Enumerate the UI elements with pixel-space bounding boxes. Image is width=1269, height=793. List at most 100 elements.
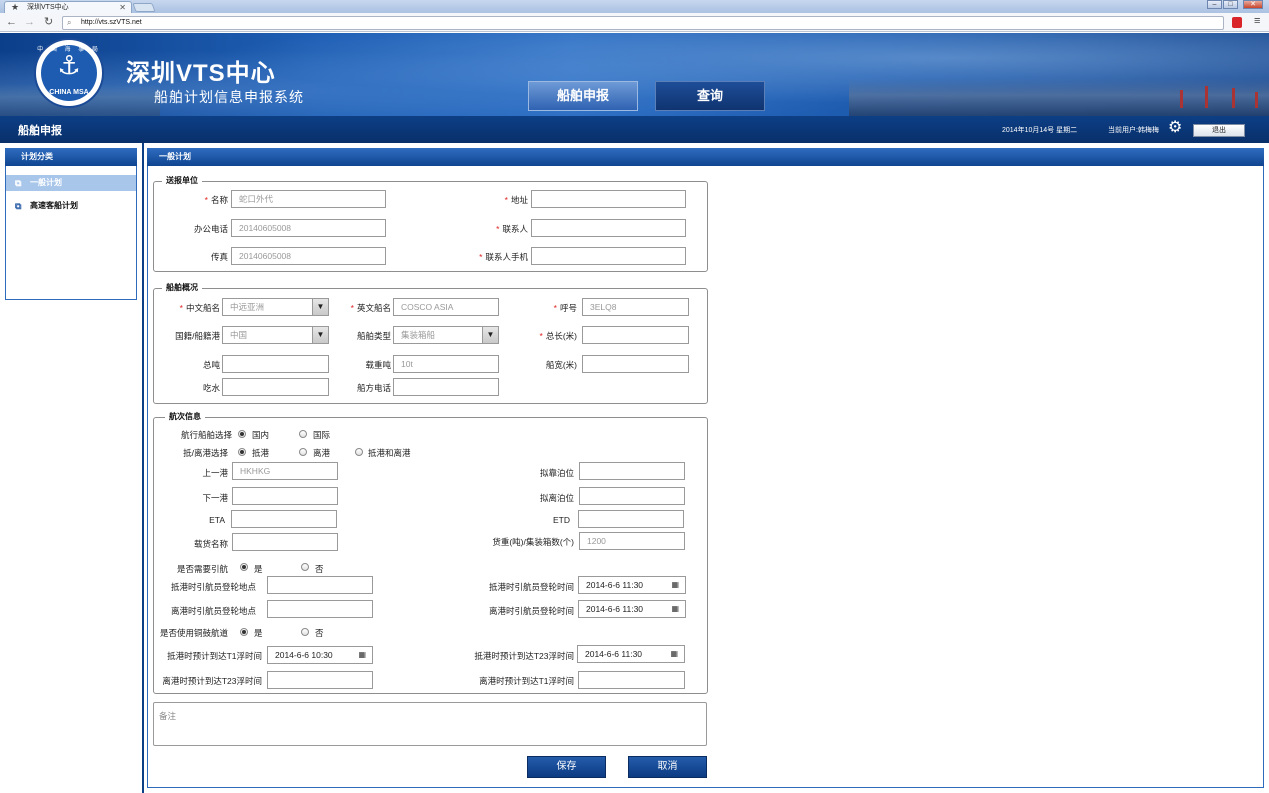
- etd-field[interactable]: [578, 510, 684, 528]
- next-port-field[interactable]: [232, 487, 338, 505]
- save-button[interactable]: 保存: [527, 756, 606, 778]
- ship-legend: 船舶概况: [162, 282, 202, 293]
- nationality-select[interactable]: 中国 ▼: [222, 326, 329, 344]
- dep-pilot-place-field[interactable]: [267, 600, 373, 618]
- search-icon: ⌕: [67, 18, 72, 27]
- close-tab-icon[interactable]: ✕: [119, 2, 126, 13]
- berth-depart-field[interactable]: [579, 487, 685, 505]
- berth-depart-label: 拟离泊位: [539, 493, 574, 503]
- calendar-icon[interactable]: ▦: [671, 577, 679, 593]
- length-label: * 总长(米): [539, 331, 577, 341]
- channel-label: 是否使用铜鼓航道: [159, 628, 228, 638]
- berth-arrive-field[interactable]: [579, 462, 685, 480]
- window-close-button[interactable]: ✕: [1243, 0, 1263, 9]
- cancel-button[interactable]: 取消: [628, 756, 707, 778]
- document-icon: ⧉: [15, 178, 22, 188]
- logout-button[interactable]: 退出: [1193, 124, 1245, 137]
- ship-type-select[interactable]: 集装箱船 ▼: [393, 326, 499, 344]
- calendar-icon[interactable]: ▦: [358, 647, 366, 663]
- sidebar-divider: [142, 143, 144, 793]
- pilot-label: 是否需要引航: [176, 564, 228, 574]
- channel-no-radio[interactable]: [301, 628, 309, 636]
- new-tab-button[interactable]: [132, 3, 156, 12]
- address-label: * 地址: [504, 195, 528, 205]
- draft-field[interactable]: [222, 378, 329, 396]
- name-field[interactable]: 蛇口外代: [231, 190, 386, 208]
- nav-ship-report[interactable]: 船舶申报: [528, 81, 638, 111]
- page-title: 船舶申报: [18, 125, 62, 137]
- eta-field[interactable]: [231, 510, 337, 528]
- dep-t1-field[interactable]: [578, 671, 685, 689]
- length-field[interactable]: [582, 326, 689, 344]
- prev-port-field[interactable]: HKHKG: [232, 462, 338, 480]
- width-label: 船宽(米): [545, 360, 577, 370]
- pilot-yes-radio[interactable]: [240, 563, 248, 571]
- dwt-field[interactable]: 10t: [393, 355, 499, 373]
- star-icon: ★: [11, 2, 20, 12]
- office-phone-field[interactable]: 20140605008: [231, 219, 386, 237]
- site-subtitle: 船舶计划信息申报系统: [154, 89, 304, 105]
- title-bar: [0, 116, 1269, 143]
- arrive-depart-radio[interactable]: [355, 448, 363, 456]
- dropdown-arrow-icon[interactable]: ▼: [312, 327, 328, 343]
- arr-t23-field[interactable]: 2014-6-6 11:30 ▦: [577, 645, 685, 663]
- callsign-field[interactable]: 3ELQ8: [582, 298, 689, 316]
- dep-t23-field[interactable]: [267, 671, 373, 689]
- calendar-icon[interactable]: ▦: [671, 601, 679, 617]
- reload-icon[interactable]: ↻: [44, 15, 53, 29]
- office-phone-label: 办公电话: [193, 224, 228, 234]
- maximize-button[interactable]: □: [1223, 0, 1238, 9]
- callsign-label: * 呼号: [553, 303, 577, 313]
- dropdown-arrow-icon[interactable]: ▼: [312, 299, 328, 315]
- mobile-label: * 联系人手机: [479, 252, 528, 262]
- mobile-field[interactable]: [531, 247, 686, 265]
- route-label: 航行船舶选择: [180, 430, 232, 440]
- depart-label: 离港: [313, 448, 331, 458]
- arr-pilot-place-field[interactable]: [267, 576, 373, 594]
- route-domestic-radio[interactable]: [238, 430, 246, 438]
- sidebar-item-general-plan[interactable]: ⧉ 一般计划: [6, 175, 136, 191]
- pilot-no-radio[interactable]: [301, 563, 309, 571]
- pilot-no-label: 否: [315, 564, 324, 574]
- forward-icon[interactable]: →: [24, 15, 35, 29]
- nav-query[interactable]: 查询: [655, 81, 765, 111]
- gross-tonnage-field[interactable]: [222, 355, 329, 373]
- arr-pilot-time-field[interactable]: 2014-6-6 11:30 ▦: [578, 576, 686, 594]
- contact-field[interactable]: [531, 219, 686, 237]
- cargo-field[interactable]: [232, 533, 338, 551]
- route-international-radio[interactable]: [299, 430, 307, 438]
- arr-pilot-place-label: 抵港时引航员登轮地点: [170, 582, 256, 592]
- notes-textarea[interactable]: 备注: [153, 702, 707, 746]
- en-name-field[interactable]: COSCO ASIA: [393, 298, 499, 316]
- pilot-yes-label: 是: [254, 564, 263, 574]
- ship-phone-field[interactable]: [393, 378, 499, 396]
- width-field[interactable]: [582, 355, 689, 373]
- contact-label: * 联系人: [496, 224, 528, 234]
- arr-t1-label: 抵港时预计到达T1浮时间: [167, 651, 262, 661]
- arrive-radio[interactable]: [238, 448, 246, 456]
- arr-t1-field[interactable]: 2014-6-6 10:30 ▦: [267, 646, 373, 664]
- minimize-button[interactable]: –: [1207, 0, 1222, 9]
- cn-name-select[interactable]: 中远亚洲 ▼: [222, 298, 329, 316]
- extension-icon[interactable]: [1232, 17, 1242, 28]
- voyage-legend: 航次信息: [165, 411, 205, 422]
- dwt-label: 载重吨: [365, 360, 391, 370]
- browser-tab-title: 深圳VTS中心: [27, 4, 69, 11]
- address-bar[interactable]: ⌕ http://vts.szVTS.net: [62, 16, 1224, 30]
- menu-icon[interactable]: ≡: [1254, 15, 1260, 27]
- back-icon[interactable]: ←: [6, 15, 17, 29]
- dropdown-arrow-icon[interactable]: ▼: [482, 327, 498, 343]
- channel-yes-radio[interactable]: [240, 628, 248, 636]
- gross-tonnage-label: 总吨: [202, 360, 220, 370]
- sidebar-item-highspeed-plan[interactable]: ⧉ 高速客船计划: [6, 198, 136, 214]
- gear-icon[interactable]: ⚙: [1168, 119, 1182, 137]
- arrive-depart-label: 抵港和离港: [368, 448, 411, 458]
- browser-tab[interactable]: ★ 深圳VTS中心 ✕: [4, 1, 132, 13]
- site-title: 深圳VTS中心: [126, 60, 276, 87]
- fax-field[interactable]: 20140605008: [231, 247, 386, 265]
- dep-pilot-time-field[interactable]: 2014-6-6 11:30 ▦: [578, 600, 686, 618]
- depart-radio[interactable]: [299, 448, 307, 456]
- address-field[interactable]: [531, 190, 686, 208]
- cargo-weight-field[interactable]: 1200: [579, 532, 685, 550]
- calendar-icon[interactable]: ▦: [670, 646, 678, 662]
